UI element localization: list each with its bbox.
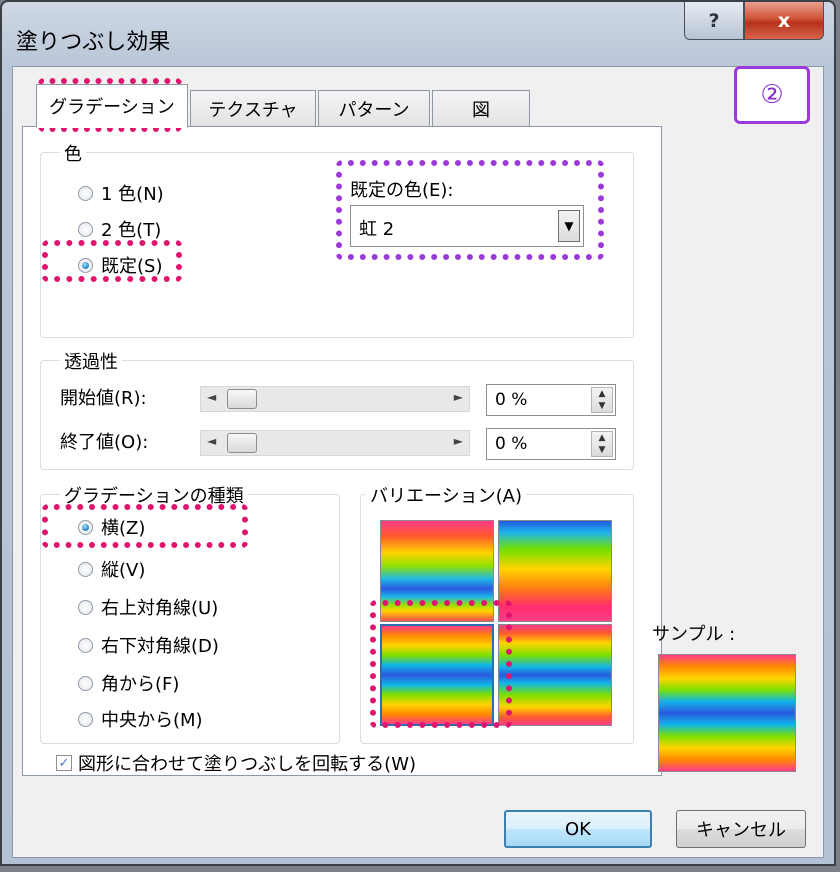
radio-from-center-label: 中央から(M) [101,710,203,731]
tab-gradient[interactable]: グラデーション [36,84,188,128]
radio-from-corner-label: 角から(F) [101,674,180,695]
variant-swatch-4[interactable] [498,624,612,726]
radio-one-color[interactable]: 1 色(N) [78,180,164,206]
window-title: 塗りつぶし効果 [16,30,171,55]
radio-preset[interactable]: 既定(S) [78,252,162,278]
radio-preset-label: 既定(S) [101,256,163,277]
cancel-button[interactable]: キャンセル [676,810,806,848]
radio-indicator-selected [78,519,93,535]
close-button[interactable]: x [744,2,824,40]
color-group-label: 色 [60,140,86,166]
radio-indicator [78,711,93,727]
radio-one-color-label: 1 色(N) [101,184,164,205]
radio-from-corner[interactable]: 角から(F) [78,670,179,696]
tab-texture[interactable]: テクスチャ [190,90,316,128]
transparency-start-label: 開始値(R): [60,388,147,409]
radio-horizontal-label: 横(Z) [101,518,146,539]
transparency-group-label: 透過性 [60,348,122,374]
radio-vertical[interactable]: 縦(V) [78,556,145,582]
radio-indicator [78,637,93,653]
transparency-end-input[interactable]: 0 % ▲ ▼ [486,428,616,460]
annotation-badge: ② [734,66,810,124]
shading-group-label: グラデーションの種類 [60,482,248,508]
rotate-with-shape-label: 図形に合わせて塗りつぶしを回転する(W) [78,754,417,775]
variant-swatch-3-selected[interactable] [380,624,494,726]
sample-preview [658,654,796,772]
rotate-with-shape-checkbox[interactable]: ✓ 図形に合わせて塗りつぶしを回転する(W) [56,750,416,776]
transparency-end-slider[interactable]: ◄ ► [200,430,470,456]
transparency-end-value: 0 % [495,434,528,454]
radio-indicator [78,221,93,237]
radio-horizontal[interactable]: 横(Z) [78,514,145,540]
radio-two-color-label: 2 色(T) [101,220,162,241]
transparency-start-input[interactable]: 0 % ▲ ▼ [486,384,616,416]
sample-label: サンプル : [652,624,736,645]
arrow-left-icon[interactable]: ◄ [207,390,216,404]
radio-indicator [78,599,93,615]
spin-arrows-icon[interactable]: ▲ ▼ [591,431,613,457]
arrow-right-icon[interactable]: ► [454,434,463,448]
help-button[interactable]: ? [684,2,744,40]
radio-indicator [78,675,93,691]
preset-color-value: 虹 2 [359,219,395,240]
transparency-end-label: 終了値(O): [60,432,149,453]
tab-pattern[interactable]: パターン [318,90,430,128]
preset-color-label: 既定の色(E): [350,180,454,201]
checkmark-icon[interactable]: ✓ [56,755,72,771]
tab-picture[interactable]: 図 [432,90,530,128]
radio-diagonal-up-label: 右上対角線(U) [101,598,219,619]
chevron-down-icon[interactable]: ▼ [558,210,580,242]
arrow-left-icon[interactable]: ◄ [207,434,216,448]
variants-group-label: バリエーション(A) [366,482,526,508]
radio-from-center[interactable]: 中央から(M) [78,706,203,732]
variant-swatch-1[interactable] [380,520,494,622]
radio-indicator [78,185,93,201]
variant-swatch-2[interactable] [498,520,612,622]
radio-indicator [78,561,93,577]
radio-diagonal-down[interactable]: 右下対角線(D) [78,632,219,658]
radio-diagonal-down-label: 右下対角線(D) [101,636,219,657]
radio-indicator-selected [78,257,93,273]
radio-diagonal-up[interactable]: 右上対角線(U) [78,594,218,620]
preset-color-dropdown[interactable]: 虹 2 ▼ [350,205,584,247]
slider-thumb[interactable] [227,389,257,409]
arrow-right-icon[interactable]: ► [454,390,463,404]
slider-thumb[interactable] [227,433,257,453]
spin-arrows-icon[interactable]: ▲ ▼ [591,387,613,413]
ok-button[interactable]: OK [504,810,652,848]
transparency-start-value: 0 % [495,390,528,410]
radio-two-color[interactable]: 2 色(T) [78,216,161,242]
radio-vertical-label: 縦(V) [101,560,146,581]
transparency-start-slider[interactable]: ◄ ► [200,386,470,412]
